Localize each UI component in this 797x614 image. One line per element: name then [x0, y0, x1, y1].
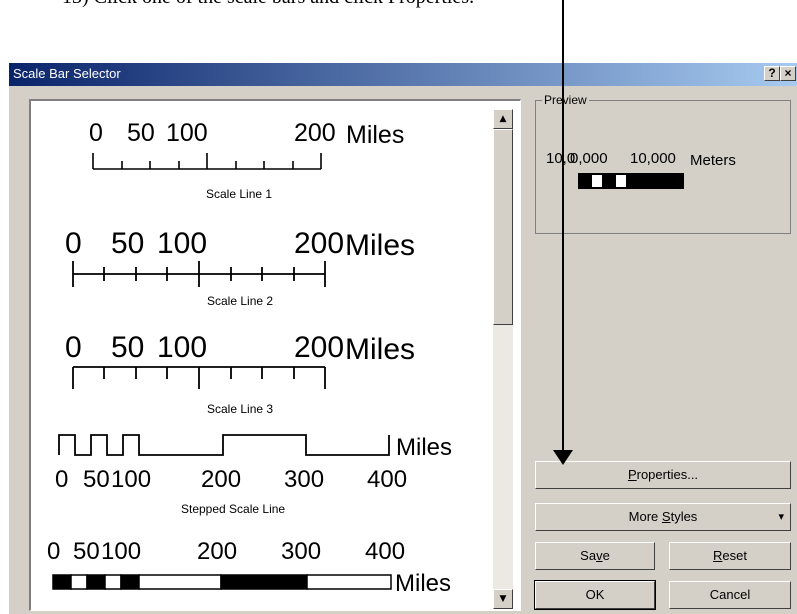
scale-line-2-graphic — [72, 261, 326, 287]
stepped-scale-line-graphic — [58, 434, 390, 456]
properties-button[interactable]: Properties... — [535, 461, 791, 489]
dialog-title: Scale Bar Selector — [13, 66, 121, 81]
preview-value-label: 10,000 — [630, 150, 676, 167]
scale-line-3-graphic — [72, 366, 326, 389]
list-item-scale-line-3[interactable]: 0 50 100 200 Miles Scale Line 3 — [65, 331, 415, 416]
reset-label-post: eset — [722, 548, 747, 563]
chevron-down-icon: ▾ — [778, 510, 784, 523]
item-2-caption: Scale Line 2 — [207, 294, 273, 308]
scale-bar-list[interactable]: 0 50 100 200 Miles Scale Line 1 0 50 100… — [29, 99, 521, 611]
item-3-tick-label: 100 — [157, 331, 207, 364]
help-button[interactable]: ? — [764, 66, 780, 81]
item-2-tick-label: 200 — [294, 227, 344, 260]
scale-line-1-graphic — [92, 153, 322, 170]
item-5-tick-label: 400 — [365, 538, 405, 565]
properties-label-post: roperties... — [636, 467, 699, 482]
save-label-pre: Sa — [580, 548, 597, 563]
item-1-tick-label: 200 — [294, 119, 336, 147]
scroll-thumb[interactable] — [493, 129, 513, 325]
list-item-alternating-scale-bar[interactable]: 0 50 100 200 300 400 Miles — [47, 538, 451, 597]
save-button[interactable]: Save — [535, 542, 655, 570]
alternating-scale-bar-graphic — [52, 574, 392, 590]
item-4-caption: Stepped Scale Line — [181, 502, 285, 516]
preview-scale-bar: 10,0 0,000 10,000 Meters — [546, 150, 736, 189]
item-4-tick-label: 200 — [201, 466, 241, 493]
item-4-tick-label: 400 — [367, 466, 407, 493]
item-3-tick-label: 200 — [294, 331, 344, 364]
annotation-arrow-line — [562, 0, 564, 451]
item-4-unit: Miles — [396, 434, 452, 461]
preview-overlap-label: 0,000 — [570, 150, 608, 167]
item-4-tick-label: 0 — [55, 466, 68, 493]
scale-bar-selector-dialog: Scale Bar Selector ? × 0 50 100 200 Mile… — [8, 62, 797, 614]
more-styles-dropdown[interactable]: More Styles ▾ — [535, 503, 791, 531]
item-5-unit: Miles — [395, 570, 451, 597]
save-label-post: e — [602, 548, 610, 563]
list-scrollbar[interactable]: ▲ ▼ — [493, 109, 513, 609]
item-3-unit: Miles — [345, 333, 415, 366]
reset-button[interactable]: Reset — [669, 542, 791, 570]
instruction-text: 13) Click one of the scale bars and clic… — [62, 0, 474, 9]
preview-unit-label: Meters — [690, 152, 736, 169]
preview-bar-graphic — [578, 173, 684, 189]
item-1-caption: Scale Line 1 — [206, 187, 272, 201]
scroll-down-button[interactable]: ▼ — [493, 589, 513, 609]
reset-label-accel: R — [713, 548, 723, 563]
more-styles-label-post: tyles — [670, 509, 698, 524]
item-3-caption: Scale Line 3 — [207, 402, 273, 416]
preview-group: Preview 10,0 0,000 10,000 Meters — [535, 93, 791, 234]
list-item-scale-line-2[interactable]: 0 50 100 200 Miles Scale Line 2 — [65, 227, 415, 308]
list-item-scale-line-1[interactable]: 0 50 100 200 Miles Scale Line 1 — [89, 119, 404, 201]
cancel-button[interactable]: Cancel — [669, 581, 791, 609]
item-2-tick-label: 0 — [65, 227, 82, 260]
item-1-unit: Miles — [346, 121, 404, 149]
scroll-up-button[interactable]: ▲ — [493, 109, 513, 129]
item-2-tick-label: 50 — [111, 227, 144, 260]
close-button[interactable]: × — [780, 66, 796, 81]
title-bar: Scale Bar Selector ? × — [9, 63, 797, 86]
item-1-tick-label: 100 — [166, 119, 208, 147]
ok-button[interactable]: OK — [534, 580, 656, 610]
item-3-tick-label: 50 — [111, 331, 144, 364]
more-styles-label-pre: More — [628, 509, 662, 524]
item-4-tick-label: 100 — [111, 466, 151, 493]
properties-label-accel: P — [627, 467, 637, 482]
item-5-tick-label: 50 — [73, 538, 100, 565]
item-5-tick-label: 100 — [101, 538, 141, 565]
item-1-tick-label: 50 — [127, 119, 155, 147]
item-2-unit: Miles — [345, 229, 415, 262]
item-4-tick-label: 300 — [284, 466, 324, 493]
item-5-tick-label: 200 — [197, 538, 237, 565]
more-styles-label-accel: S — [661, 509, 671, 524]
item-3-tick-label: 0 — [65, 331, 82, 364]
item-5-tick-label: 0 — [47, 538, 60, 565]
item-1-tick-label: 0 — [89, 119, 103, 147]
list-item-stepped-scale-line[interactable]: Miles 0 50 100 200 300 400 Stepped Scale… — [55, 434, 452, 516]
item-4-tick-label: 50 — [83, 466, 110, 493]
item-2-tick-label: 100 — [157, 227, 207, 260]
scale-bar-list-content: 0 50 100 200 Miles Scale Line 1 0 50 100… — [47, 119, 452, 597]
annotation-arrow-head-icon — [553, 450, 573, 465]
item-5-tick-label: 300 — [281, 538, 321, 565]
